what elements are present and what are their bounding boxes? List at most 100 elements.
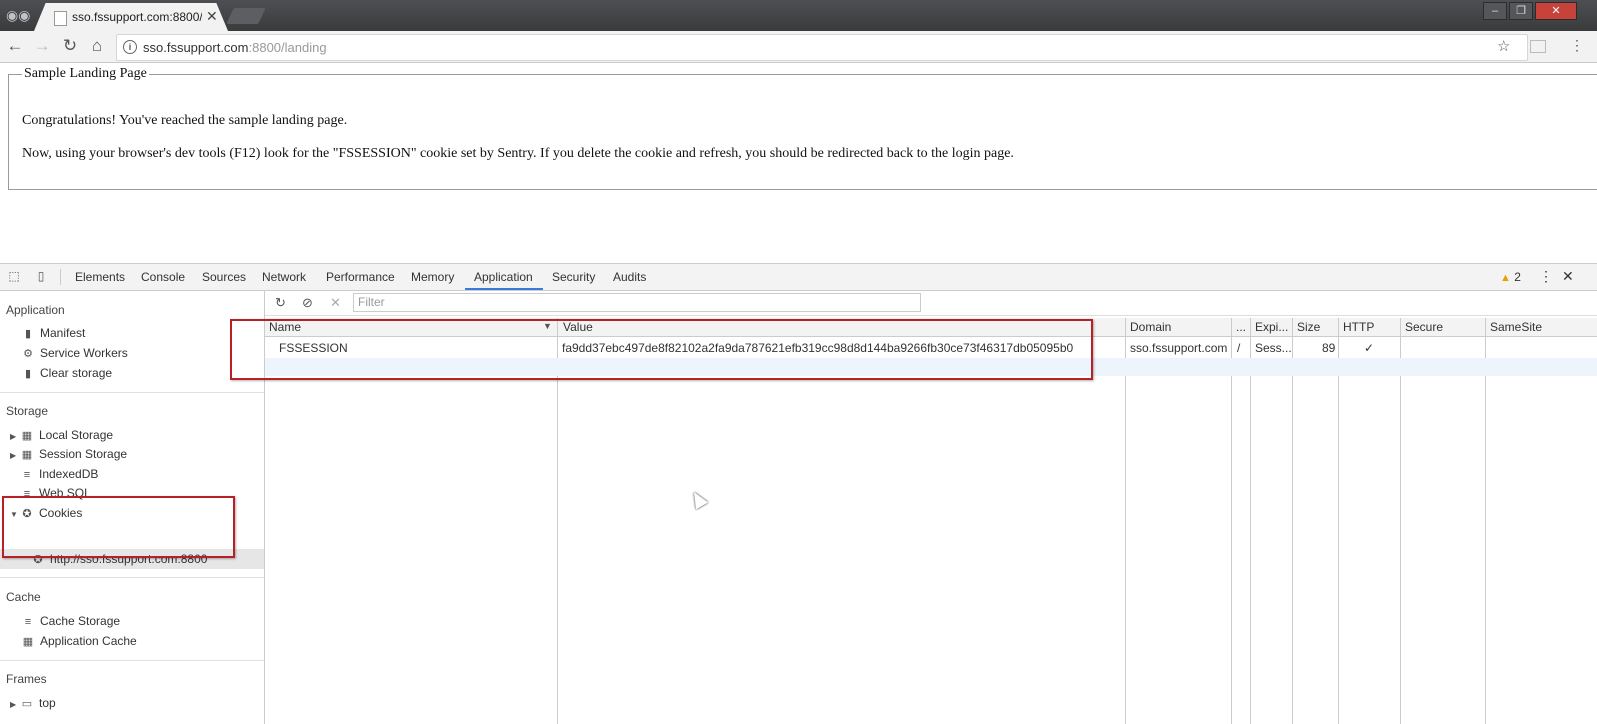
reload-icon[interactable]: ↻ — [59, 35, 81, 57]
column-header-domain[interactable]: Domain — [1130, 320, 1171, 334]
page-favicon-icon — [54, 11, 67, 26]
cast-icon[interactable] — [1530, 40, 1546, 53]
sidebar-item-manifest[interactable]: ▮ Manifest — [22, 326, 85, 340]
fieldset-legend: Sample Landing Page — [22, 66, 149, 82]
column-divider[interactable] — [1292, 318, 1293, 724]
grid-icon: ▦ — [21, 449, 33, 461]
tab-close-icon[interactable]: ✕ — [206, 8, 218, 25]
warnings-counter[interactable]: ▲ 2 — [1500, 270, 1521, 284]
cookie-domain-cell[interactable]: sso.fssupport.com — [1130, 341, 1227, 355]
annotation-highlight-cookies-tree — [2, 496, 235, 558]
active-tab-indicator — [465, 288, 543, 290]
tab-network[interactable]: Network — [262, 270, 306, 284]
refresh-icon[interactable]: ↻ — [275, 295, 286, 311]
expand-arrow-icon[interactable]: ▶ — [10, 451, 19, 460]
sidebar-item-clear-storage[interactable]: ▮ Clear storage — [22, 366, 112, 380]
sidebar-item-cache-storage[interactable]: ≡ Cache Storage — [22, 614, 120, 628]
browser-menu-icon[interactable]: ⋮ — [1570, 37, 1584, 54]
restore-window-button[interactable]: ❐ — [1509, 2, 1533, 20]
tab-title: sso.fssupport.com:8800/l — [72, 10, 202, 24]
grid-icon: ▦ — [22, 636, 34, 648]
database-icon: ≡ — [24, 616, 32, 628]
warning-icon: ▲ — [1500, 272, 1511, 284]
site-info-icon[interactable]: i — [123, 40, 137, 54]
cookie-http-cell[interactable]: ✓ — [1364, 341, 1374, 355]
column-divider[interactable] — [1485, 318, 1486, 724]
column-header-samesite[interactable]: SameSite — [1490, 320, 1542, 334]
warning-count: 2 — [1514, 270, 1521, 284]
cookie-size-cell[interactable]: 89 — [1322, 341, 1335, 355]
forward-arrow-icon[interactable]: → — [31, 35, 53, 57]
clear-all-icon[interactable]: ⊘ — [302, 295, 313, 311]
sidebar-item-service-workers[interactable]: ⚙ Service Workers — [22, 346, 128, 360]
expand-arrow-icon[interactable]: ▶ — [10, 432, 19, 441]
column-divider[interactable] — [1338, 318, 1339, 724]
back-arrow-icon[interactable]: ← — [4, 35, 26, 57]
incognito-icon: ◉◉ — [6, 7, 31, 23]
congrats-text: Congratulations! You've reached the samp… — [22, 113, 348, 128]
bookmark-star-icon[interactable]: ☆ — [1497, 37, 1510, 55]
column-header-secure[interactable]: Secure — [1405, 320, 1443, 334]
new-tab-button[interactable] — [226, 8, 266, 24]
trash-icon: ▮ — [24, 368, 32, 380]
expand-arrow-icon[interactable]: ▶ — [10, 700, 19, 709]
column-divider[interactable] — [1400, 318, 1401, 724]
instruction-text: Now, using your browser's dev tools (F12… — [22, 146, 1014, 161]
address-bar[interactable]: i sso.fssupport.com:8800/landing — [116, 34, 1528, 61]
filter-input[interactable]: Filter — [353, 293, 921, 312]
column-divider[interactable] — [1125, 318, 1126, 724]
tab-elements[interactable]: Elements — [75, 270, 125, 284]
tab-sources[interactable]: Sources — [202, 270, 246, 284]
inspect-element-icon[interactable]: ⬚ — [7, 269, 21, 283]
column-header-size[interactable]: Size — [1297, 320, 1320, 334]
document-icon: ▮ — [24, 328, 32, 340]
tab-memory[interactable]: Memory — [411, 270, 454, 284]
toolbar-divider — [60, 269, 61, 285]
sidebar-item-local-storage[interactable]: ▶ ▦ Local Storage — [10, 428, 113, 442]
browser-title-bar: ◉◉ sso.fssupport.com:8800/l ✕ – ❐ ✕ — [0, 0, 1597, 31]
column-header-expires[interactable]: Expi... — [1255, 320, 1288, 334]
tab-application[interactable]: Application — [474, 270, 533, 284]
column-divider[interactable] — [1250, 318, 1251, 724]
frames-section-header: Frames — [6, 672, 47, 686]
sidebar-divider — [0, 577, 264, 578]
tab-audits[interactable]: Audits — [613, 270, 646, 284]
landing-fieldset: Sample Landing Page Congratulations! You… — [8, 66, 1597, 190]
cookie-expires-cell[interactable]: Sess... — [1255, 341, 1292, 355]
storage-section-header: Storage — [6, 404, 49, 418]
more-options-icon[interactable]: ⋮ — [1539, 268, 1553, 285]
url-text[interactable]: sso.fssupport.com:8800/landing — [143, 40, 327, 55]
application-section-header: Application — [6, 303, 65, 317]
column-header-path[interactable]: ... — [1236, 320, 1246, 334]
column-divider[interactable] — [1231, 318, 1232, 724]
devtools-toolbar: ⬚ ▯ Elements Console Sources Network Per… — [0, 264, 1597, 291]
sidebar-item-frame-top[interactable]: ▶ ▭ top — [10, 696, 56, 710]
sidebar-item-session-storage[interactable]: ▶ ▦ Session Storage — [10, 447, 127, 461]
browser-tab[interactable]: sso.fssupport.com:8800/l ✕ — [34, 3, 228, 31]
url-host: sso.fssupport.com — [143, 40, 249, 55]
database-icon: ≡ — [23, 469, 31, 481]
grid-icon: ▦ — [21, 430, 33, 442]
sidebar-item-application-cache[interactable]: ▦ Application Cache — [22, 634, 137, 648]
url-path: :8800/landing — [248, 40, 327, 55]
gear-icon: ⚙ — [23, 348, 33, 360]
tab-console[interactable]: Console — [141, 270, 185, 284]
delete-selected-icon[interactable]: ✕ — [330, 295, 341, 311]
column-header-http[interactable]: HTTP — [1343, 320, 1374, 334]
devtools-close-icon[interactable]: ✕ — [1562, 268, 1574, 285]
tab-performance[interactable]: Performance — [326, 270, 395, 284]
sidebar-item-indexeddb[interactable]: ≡ IndexedDB — [21, 467, 99, 481]
cache-section-header: Cache — [6, 590, 41, 604]
tab-security[interactable]: Security — [552, 270, 595, 284]
frame-icon: ▭ — [21, 698, 33, 710]
minimize-window-button[interactable]: – — [1483, 2, 1507, 20]
device-toolbar-icon[interactable]: ▯ — [34, 269, 48, 283]
sidebar-divider — [0, 660, 264, 661]
close-window-button[interactable]: ✕ — [1535, 2, 1577, 20]
cookie-path-cell[interactable]: / — [1237, 341, 1240, 355]
home-icon[interactable]: ⌂ — [86, 35, 108, 57]
cookies-filter-bar: ↻ ⊘ ✕ Filter — [265, 291, 1597, 316]
annotation-highlight-cookie-row — [230, 319, 1093, 380]
address-toolbar: ← → ↻ ⌂ i sso.fssupport.com:8800/landing… — [0, 31, 1597, 63]
sidebar-divider — [0, 392, 264, 393]
